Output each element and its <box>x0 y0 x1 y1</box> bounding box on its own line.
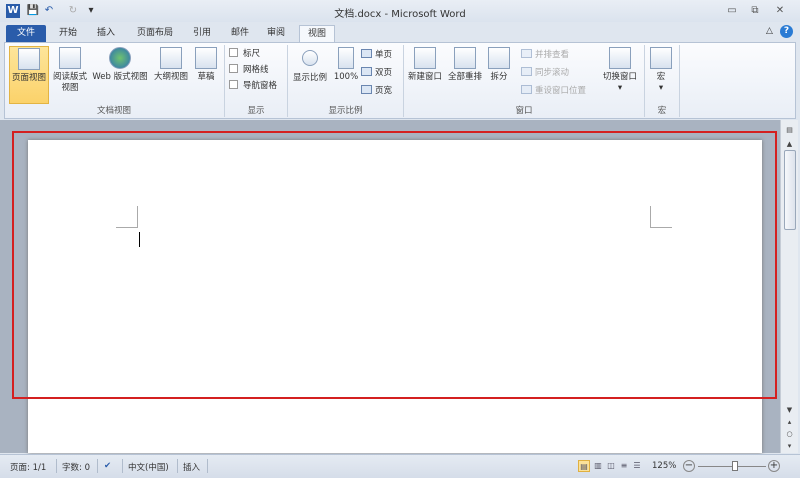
chevron-down-icon: ▾ <box>617 83 623 93</box>
group-divider <box>679 45 680 117</box>
globe-icon <box>109 47 131 69</box>
new-window-button[interactable]: 新建窗口 <box>405 46 445 83</box>
two-pages-icon <box>361 67 372 76</box>
zoom-out-button[interactable]: − <box>683 460 695 472</box>
reset-window-position-button[interactable]: 重设窗口位置 <box>521 84 586 98</box>
highlight-box <box>12 131 777 399</box>
window-title: 文档.docx - Microsoft Word <box>334 9 466 20</box>
switch-windows-button[interactable]: 切换窗口 ▾ <box>599 46 641 94</box>
vertical-scrollbar[interactable]: ▤ ▲ ▼ ▴ ○ ▾ <box>780 120 798 453</box>
print-layout-button[interactable]: 页面视图 <box>9 46 49 104</box>
one-page-button[interactable]: 单页 <box>361 48 392 62</box>
arrange-all-icon <box>454 47 476 69</box>
draft-button[interactable]: 草稿 <box>191 46 221 83</box>
new-window-icon <box>414 47 436 69</box>
switch-windows-icon <box>609 47 631 69</box>
draft-view-icon[interactable]: ☰ <box>631 460 643 472</box>
full-screen-reading-button[interactable]: 阅读版式 视图 <box>49 46 91 94</box>
minimize-button[interactable]: ▭ <box>722 5 742 19</box>
gridlines-checkbox[interactable]: 网格线 <box>229 63 269 77</box>
title-bar: W 💾 ↶ ↻ ▾ 文档.docx - Microsoft Word ▭ ⧉ ✕ <box>0 0 800 22</box>
print-layout-icon <box>18 48 40 70</box>
page-100-icon <box>338 47 354 69</box>
ruler-checkbox[interactable]: 标尺 <box>229 47 260 61</box>
page-count[interactable]: 页面: 1/1 <box>10 461 46 473</box>
group-label-window: 窗口 <box>515 106 533 116</box>
status-divider <box>97 459 98 473</box>
print-layout-view-icon[interactable]: ▤ <box>578 460 590 472</box>
insert-mode[interactable]: 插入 <box>183 461 200 473</box>
reading-layout-icon <box>59 47 81 69</box>
language[interactable]: 中文(中国) <box>128 461 169 473</box>
close-button[interactable]: ✕ <box>770 5 790 19</box>
group-label-macros: 宏 <box>657 106 667 116</box>
reading-view-icon[interactable]: ▥ <box>592 460 604 472</box>
outline-button[interactable]: 大纲视图 <box>151 46 191 83</box>
collapse-ribbon-icon[interactable]: △ <box>766 26 773 36</box>
group-label-zoom: 显示比例 <box>328 106 363 116</box>
ribbon: 页面视图 阅读版式 视图 Web 版式视图 大纲视图 草稿 文档视图 标尺 网格… <box>4 42 796 119</box>
restore-button[interactable]: ⧉ <box>745 5 765 19</box>
outline-icon <box>160 47 182 69</box>
page-width-button[interactable]: 页宽 <box>361 84 392 98</box>
browse-object-icon[interactable]: ○ <box>783 428 796 440</box>
proofing-icon[interactable]: ✔ <box>104 461 111 471</box>
zoom-slider-thumb[interactable] <box>732 461 739 471</box>
status-divider <box>207 459 208 473</box>
status-bar: 页面: 1/1 字数: 0 ✔ 中文(中国) 插入 ▤ ▥ ◫ ≡ ☰ 125%… <box>0 454 800 478</box>
page-width-icon <box>361 85 372 94</box>
zoom-100-button[interactable]: 100% <box>331 46 361 83</box>
next-page-icon[interactable]: ▾ <box>783 440 796 452</box>
arrange-all-button[interactable]: 全部重排 <box>445 46 485 83</box>
status-divider <box>56 459 57 473</box>
help-icon[interactable]: ? <box>780 25 793 38</box>
group-label-show: 显示 <box>247 106 265 116</box>
previous-page-icon[interactable]: ▴ <box>783 416 796 428</box>
scroll-down-icon[interactable]: ▼ <box>783 404 796 416</box>
side-by-side-icon <box>521 49 532 58</box>
zoom-in-button[interactable]: + <box>768 460 780 472</box>
status-divider <box>122 459 123 473</box>
split-icon <box>488 47 510 69</box>
zoom-button[interactable]: 显示比例 <box>290 46 330 84</box>
ribbon-tabs: 文件 开始 插入 页面布局 引用 邮件 审阅 视图 △ ? <box>0 22 800 44</box>
two-pages-button[interactable]: 双页 <box>361 66 392 80</box>
split-button[interactable]: 拆分 <box>485 46 513 83</box>
zoom-level[interactable]: 125% <box>652 461 676 471</box>
scrollbar-thumb[interactable] <box>784 150 796 230</box>
macros-icon <box>650 47 672 69</box>
one-page-icon <box>361 49 372 58</box>
synchronous-scrolling-button[interactable]: 同步滚动 <box>521 66 569 80</box>
web-layout-button[interactable]: Web 版式视图 <box>89 46 151 83</box>
scroll-up-icon[interactable]: ▲ <box>783 138 796 150</box>
navigation-pane-checkbox[interactable]: 导航窗格 <box>229 79 277 93</box>
group-label-doc-views: 文档视图 <box>96 106 131 116</box>
ruler-toggle-icon[interactable]: ▤ <box>783 124 796 136</box>
draft-icon <box>195 47 217 69</box>
magnifier-icon <box>302 50 318 66</box>
reset-position-icon <box>521 85 532 94</box>
view-side-by-side-button[interactable]: 并排查看 <box>521 48 569 62</box>
word-count[interactable]: 字数: 0 <box>62 461 90 473</box>
status-divider <box>177 459 178 473</box>
web-view-icon[interactable]: ◫ <box>605 460 617 472</box>
macros-button[interactable]: 宏 ▾ <box>647 46 675 94</box>
sync-scroll-icon <box>521 67 532 76</box>
outline-view-icon[interactable]: ≡ <box>618 460 630 472</box>
chevron-down-icon: ▾ <box>658 83 664 93</box>
